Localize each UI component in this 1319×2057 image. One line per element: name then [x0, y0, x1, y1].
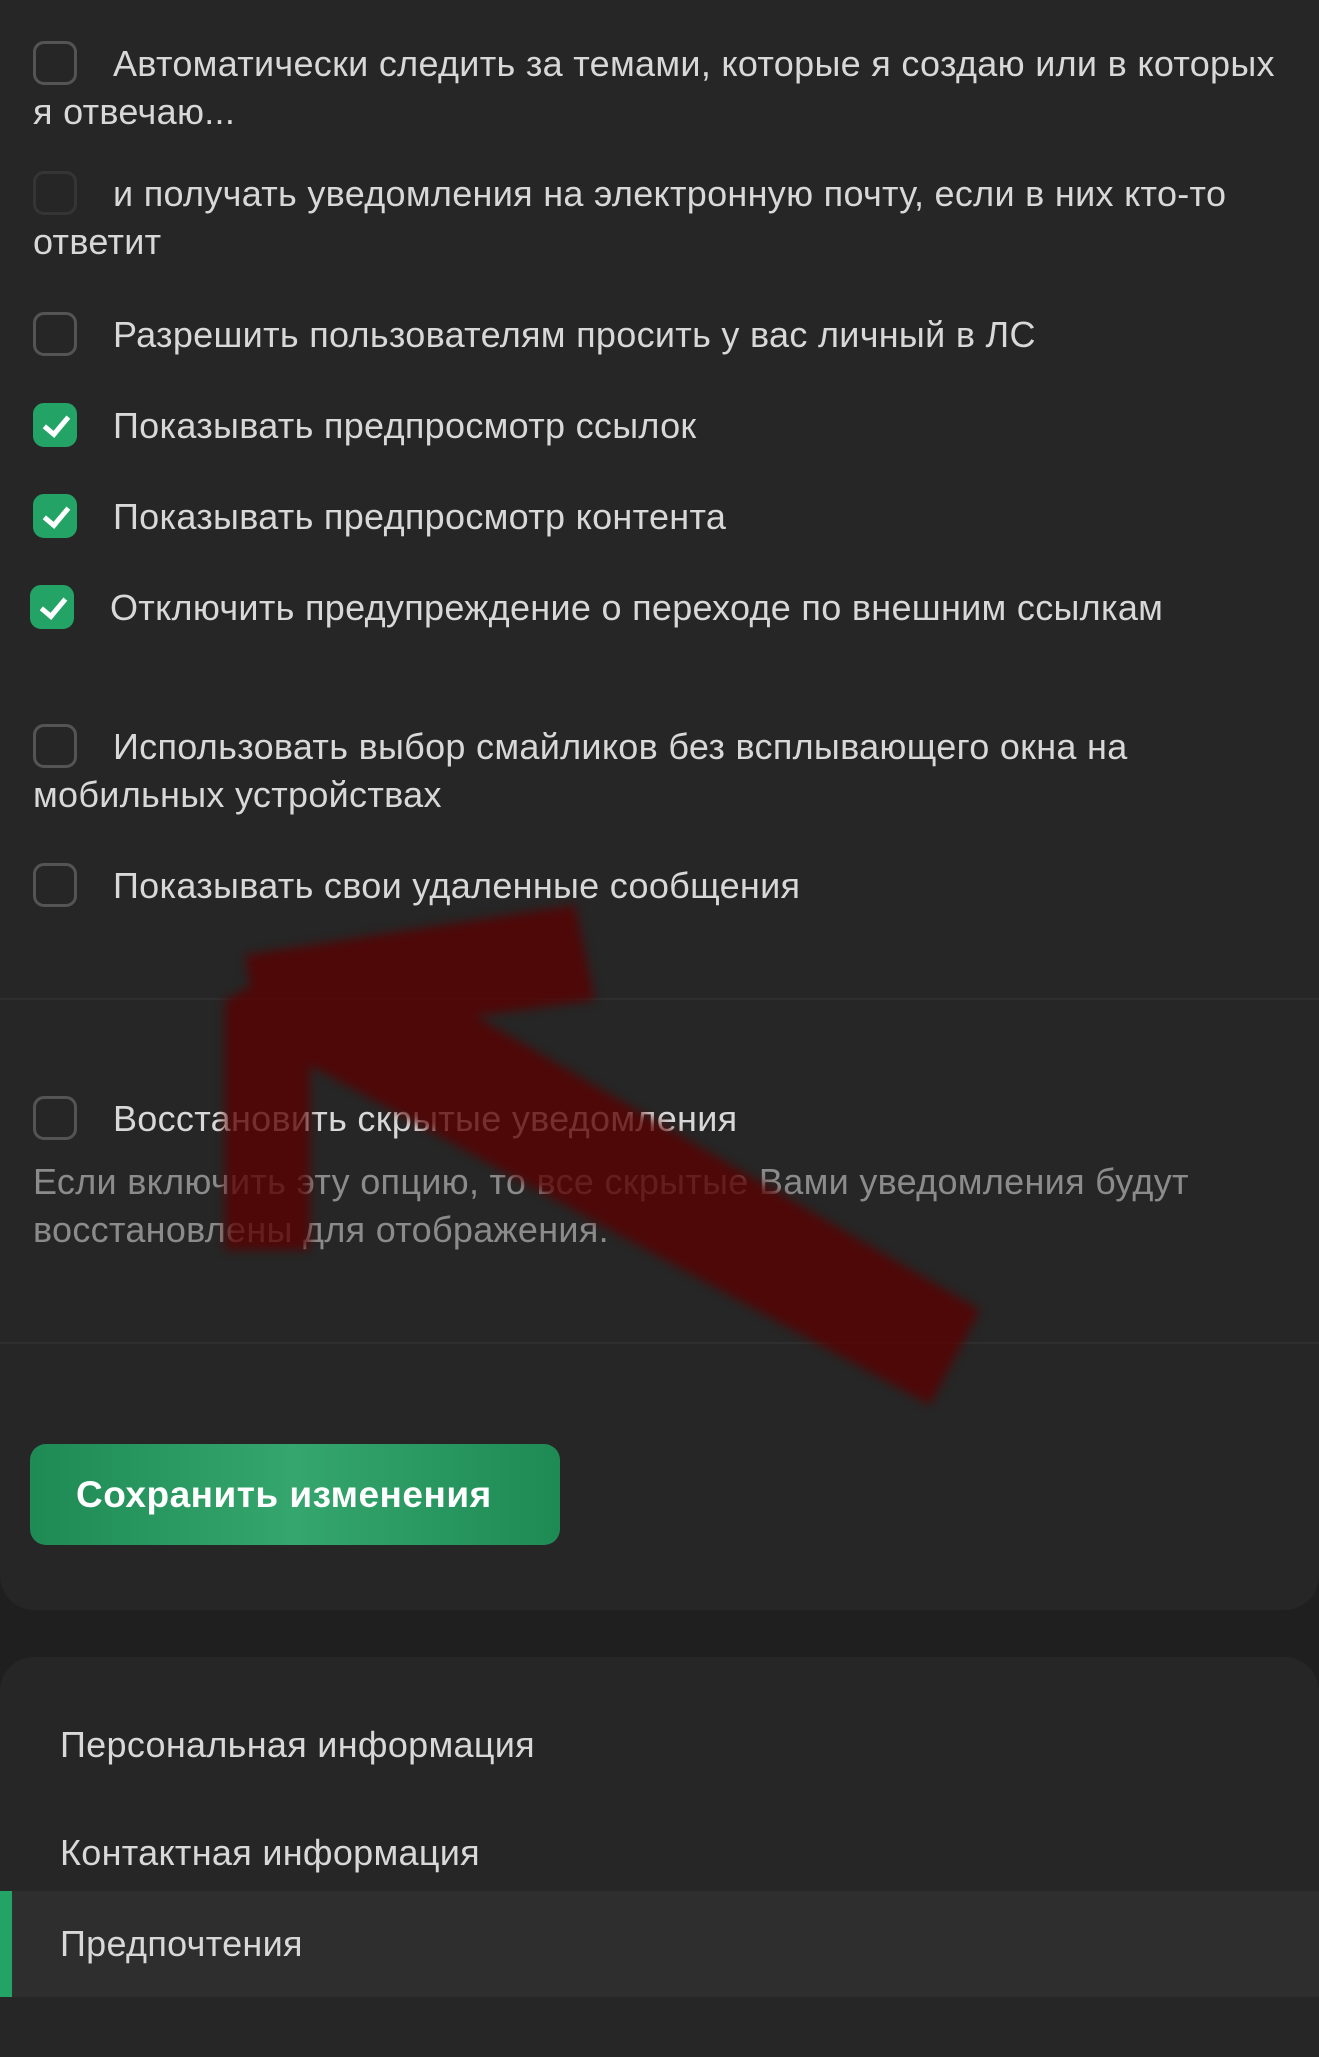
- option-label: и получать уведомления на электронную по…: [33, 173, 1227, 262]
- option-label: Использовать выбор смайликов без всплыва…: [33, 726, 1128, 815]
- check-icon[interactable]: [33, 403, 77, 447]
- checkbox[interactable]: [33, 724, 77, 768]
- option-allow-pm-request[interactable]: Разрешить пользователям просить у вас ли…: [33, 311, 1279, 359]
- option-auto-watch[interactable]: Автоматически следить за темами, которые…: [33, 40, 1279, 136]
- option-restore-hidden[interactable]: Восстановить скрытые уведомления: [33, 1095, 1279, 1143]
- option-label: Показывать свои удаленные сообщения: [113, 865, 801, 906]
- checkbox[interactable]: [33, 312, 77, 356]
- option-show-deleted[interactable]: Показывать свои удаленные сообщения: [33, 862, 1279, 910]
- section-divider: [0, 998, 1319, 1000]
- option-label: Автоматически следить за темами, которые…: [33, 43, 1275, 132]
- option-content-preview[interactable]: Показывать предпросмотр контента: [33, 493, 1279, 541]
- check-icon[interactable]: [33, 494, 77, 538]
- option-emoji-picker[interactable]: Использовать выбор смайликов без всплыва…: [33, 723, 1279, 819]
- section-divider: [0, 1342, 1319, 1344]
- active-indicator: [0, 1891, 12, 1997]
- option-link-preview[interactable]: Показывать предпросмотр ссылок: [33, 402, 1279, 450]
- option-email-notify[interactable]: и получать уведомления на электронную по…: [33, 170, 1279, 266]
- nav-item-personal-info[interactable]: Персональная информация: [0, 1692, 1319, 1798]
- checkbox[interactable]: [33, 1096, 77, 1140]
- checkbox[interactable]: [33, 171, 77, 215]
- nav-item-label: Предпочтения: [60, 1923, 303, 1964]
- option-label: Показывать предпросмотр контента: [113, 496, 727, 537]
- check-icon[interactable]: [30, 585, 74, 629]
- save-button[interactable]: Сохранить изменения: [30, 1444, 560, 1545]
- checkbox[interactable]: [33, 863, 77, 907]
- option-disable-external-warning[interactable]: Отключить предупреждение о переходе по в…: [30, 584, 1279, 632]
- checkbox[interactable]: [33, 41, 77, 85]
- option-label: Разрешить пользователям просить у вас ли…: [113, 314, 1036, 355]
- option-label: Восстановить скрытые уведомления: [113, 1098, 738, 1139]
- nav-item-preferences[interactable]: Предпочтения: [0, 1891, 1319, 1997]
- option-label: Отключить предупреждение о переходе по в…: [110, 587, 1164, 628]
- restore-hint: Если включить эту опцию, то все скрытые …: [33, 1161, 1189, 1250]
- option-label: Показывать предпросмотр ссылок: [113, 405, 697, 446]
- settings-nav: Персональная информация Контактная инфор…: [0, 1657, 1319, 2057]
